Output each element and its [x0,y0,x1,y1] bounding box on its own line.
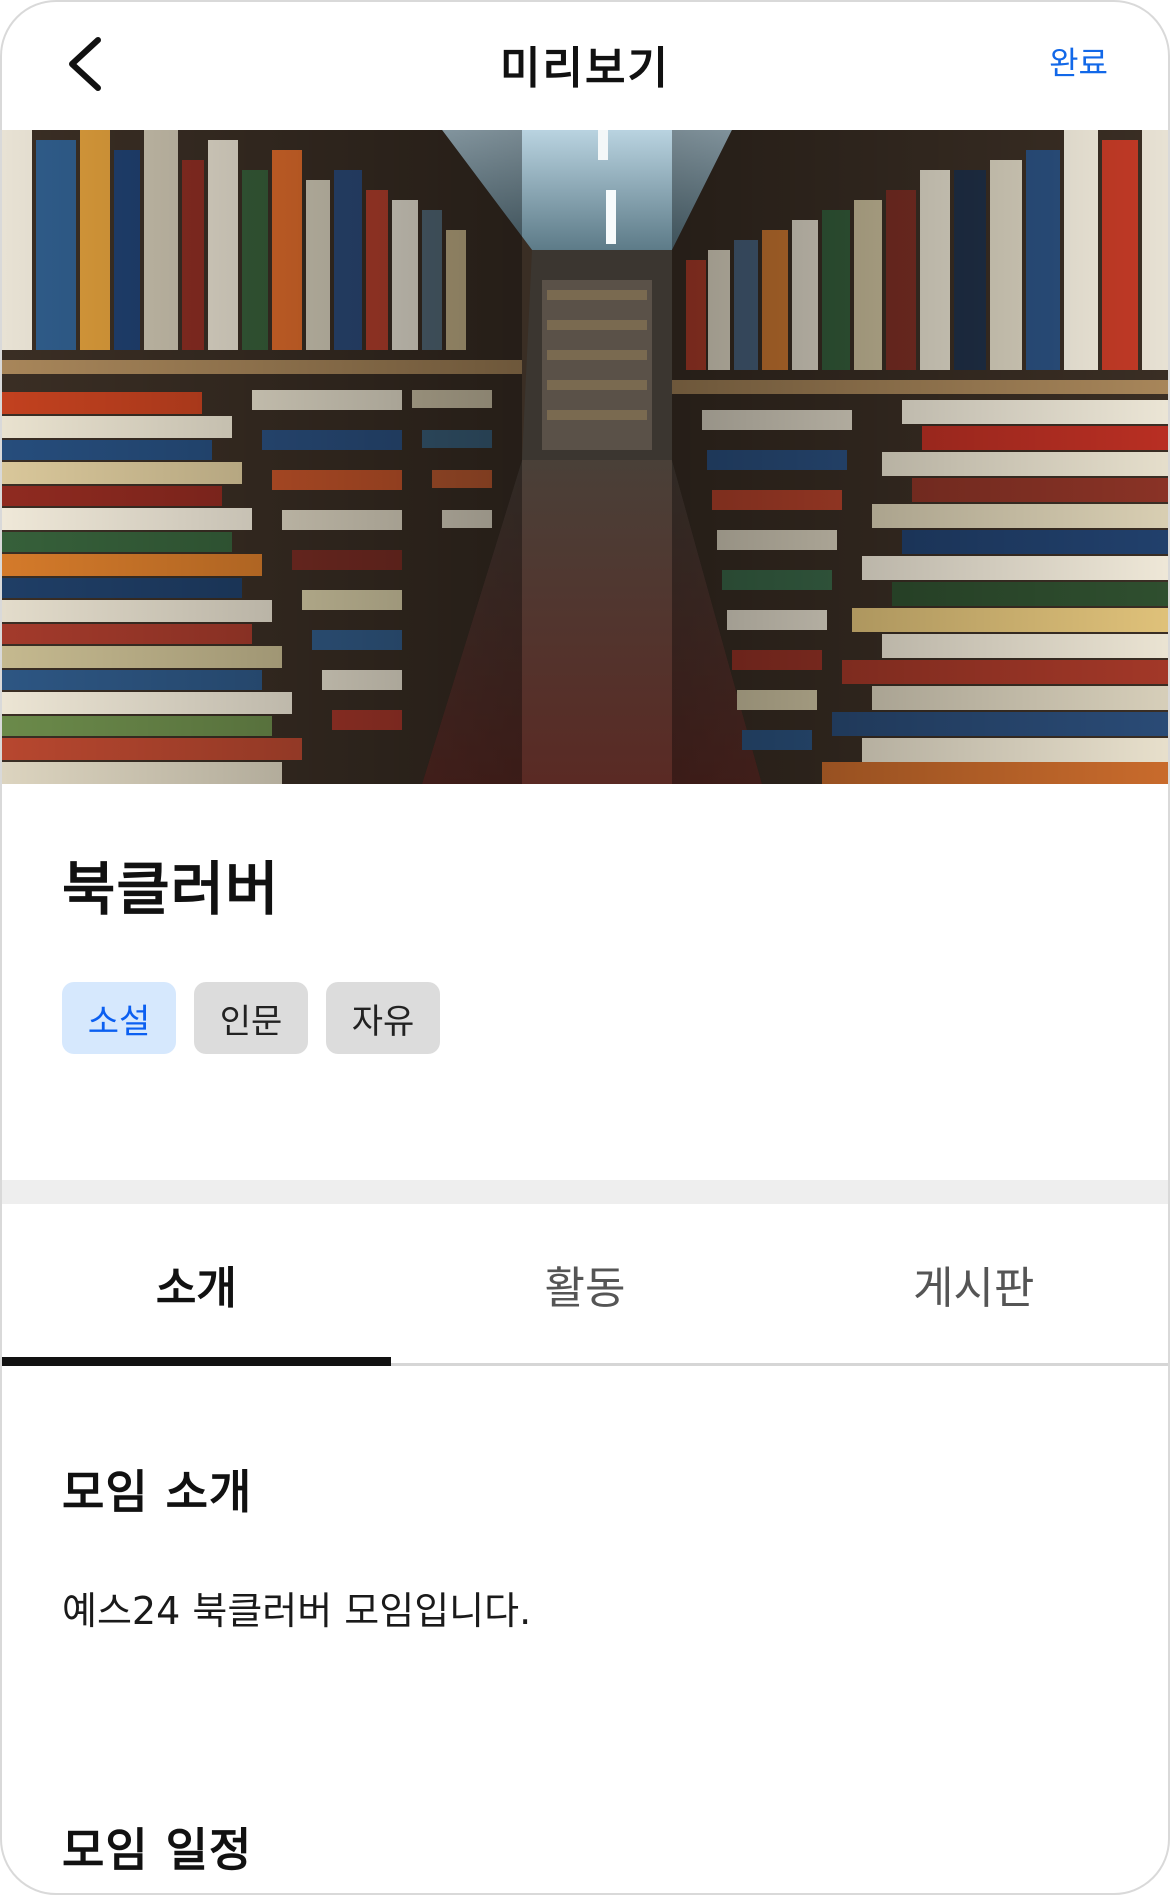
club-name: 북클러버 [62,855,280,923]
category-tags: 소설 인문 자유 [62,982,440,1054]
intro-text: 예스24 북클러버 모임입니다. [62,1589,532,1633]
tab-intro[interactable]: 소개 [2,1204,391,1366]
tag-novel[interactable]: 소설 [62,982,176,1054]
tag-free[interactable]: 자유 [326,982,440,1054]
tab-board[interactable]: 게시판 [779,1204,1168,1363]
phone-frame: 미리보기 완료 북클러버 소설 인문 자유 소개 활동 게시판 모임 소개 예스… [0,0,1170,1895]
tag-humanities[interactable]: 인문 [194,982,308,1054]
page-title: 미리보기 [500,43,670,94]
header: 미리보기 완료 [2,2,1168,130]
section-divider [2,1180,1168,1204]
schedule-title: 모임 일정 [62,1823,253,1877]
tab-activity[interactable]: 활동 [391,1204,780,1363]
tab-bar: 소개 활동 게시판 [2,1204,1168,1366]
cover-image [2,130,1168,784]
intro-title: 모임 소개 [62,1465,253,1519]
done-button[interactable]: 완료 [1049,38,1108,84]
